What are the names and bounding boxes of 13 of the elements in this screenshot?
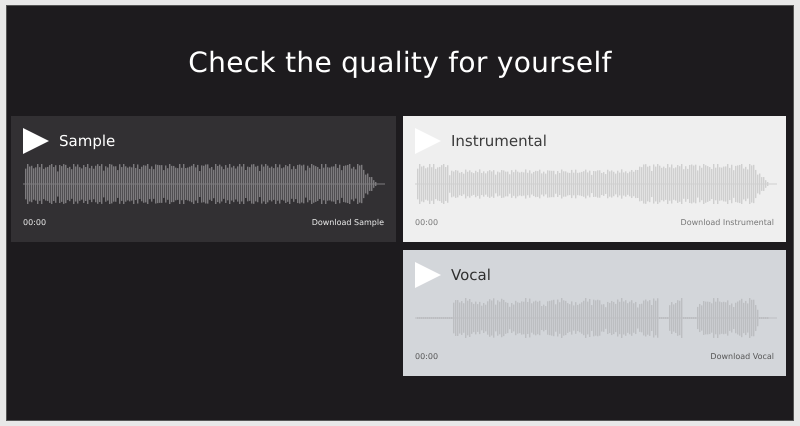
waveform-drawing[interactable] (23, 164, 385, 204)
playback-time: 00:00 (415, 218, 438, 227)
playback-time: 00:00 (23, 218, 46, 227)
download-link[interactable]: Download Sample (312, 218, 384, 227)
download-link[interactable]: Download Vocal (710, 352, 774, 361)
track-title: Instrumental (451, 132, 547, 150)
playback-time: 00:00 (415, 352, 438, 361)
download-link[interactable]: Download Instrumental (680, 218, 774, 227)
track-title: Vocal (451, 266, 491, 284)
play-icon[interactable] (23, 128, 49, 154)
page-heading: Check the quality for yourself (187, 45, 613, 81)
track-title: Sample (59, 132, 116, 150)
waveform-drawing[interactable] (415, 164, 777, 204)
